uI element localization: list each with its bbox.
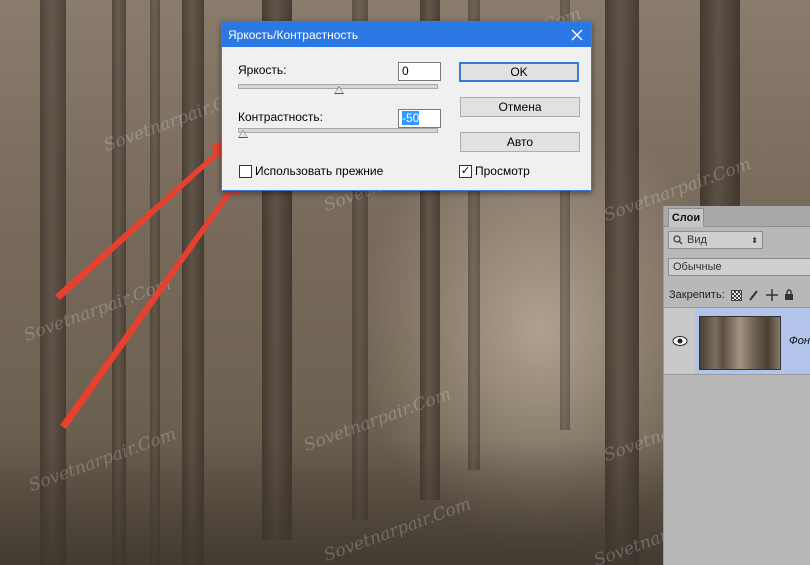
dialog-titlebar: Яркость/Контрастность [222,22,591,47]
brightness-slider-thumb[interactable] [334,86,344,94]
blend-mode-select[interactable]: Обычные [668,258,810,276]
auto-button[interactable]: Авто [460,132,580,152]
preview-check-mark: ✓ [460,165,471,177]
panel-tabbar: Слои [664,206,810,227]
contrast-value: -50 [402,111,420,125]
preview-label: Просмотр [475,164,530,178]
dialog-title: Яркость/Контрастность [228,27,359,42]
layer-filter-select[interactable]: Вид ⬍ [668,231,763,249]
eye-icon[interactable] [672,335,688,347]
brightness-label: Яркость: [238,63,287,77]
close-button[interactable] [563,22,591,47]
contrast-slider-thumb[interactable] [238,130,248,138]
brightness-value: 0 [402,64,409,78]
search-icon [673,235,683,245]
legacy-label: Использовать прежние [255,164,384,178]
layers-panel: Слои Вид ⬍ Обычные Закрепить: Фон [663,206,810,565]
contrast-slider[interactable] [238,128,438,133]
lock-label: Закрепить: [669,289,725,301]
layer-thumbnail [699,316,781,370]
contrast-label: Контрастность: [238,110,324,124]
close-icon [571,29,583,40]
ok-button[interactable]: OK [459,62,579,82]
brightness-input[interactable]: 0 [398,62,441,81]
legacy-checkbox[interactable] [239,165,252,178]
arrow-to-contrast-slider [55,138,232,300]
layer-filter-label: Вид [687,234,707,246]
layer-name: Фон [789,335,810,347]
brightness-contrast-dialog: Яркость/Контрастность Яркость: 0 Контрас… [221,21,592,191]
lock-paint-icon[interactable] [748,289,760,301]
tab-layers[interactable]: Слои [668,208,704,227]
lock-row: Закрепить: [669,289,794,301]
blend-mode-value: Обычные [673,261,722,273]
stepper-icon: ⬍ [751,235,758,245]
contrast-input[interactable]: -50 [398,109,441,128]
preview-checkbox[interactable]: ✓ [459,165,472,178]
cancel-button[interactable]: Отмена [460,97,580,117]
lock-move-icon[interactable] [765,289,778,301]
lock-transparency-icon[interactable] [730,289,742,301]
lock-all-icon[interactable] [784,289,794,301]
layer-row[interactable]: Фон [664,307,810,375]
